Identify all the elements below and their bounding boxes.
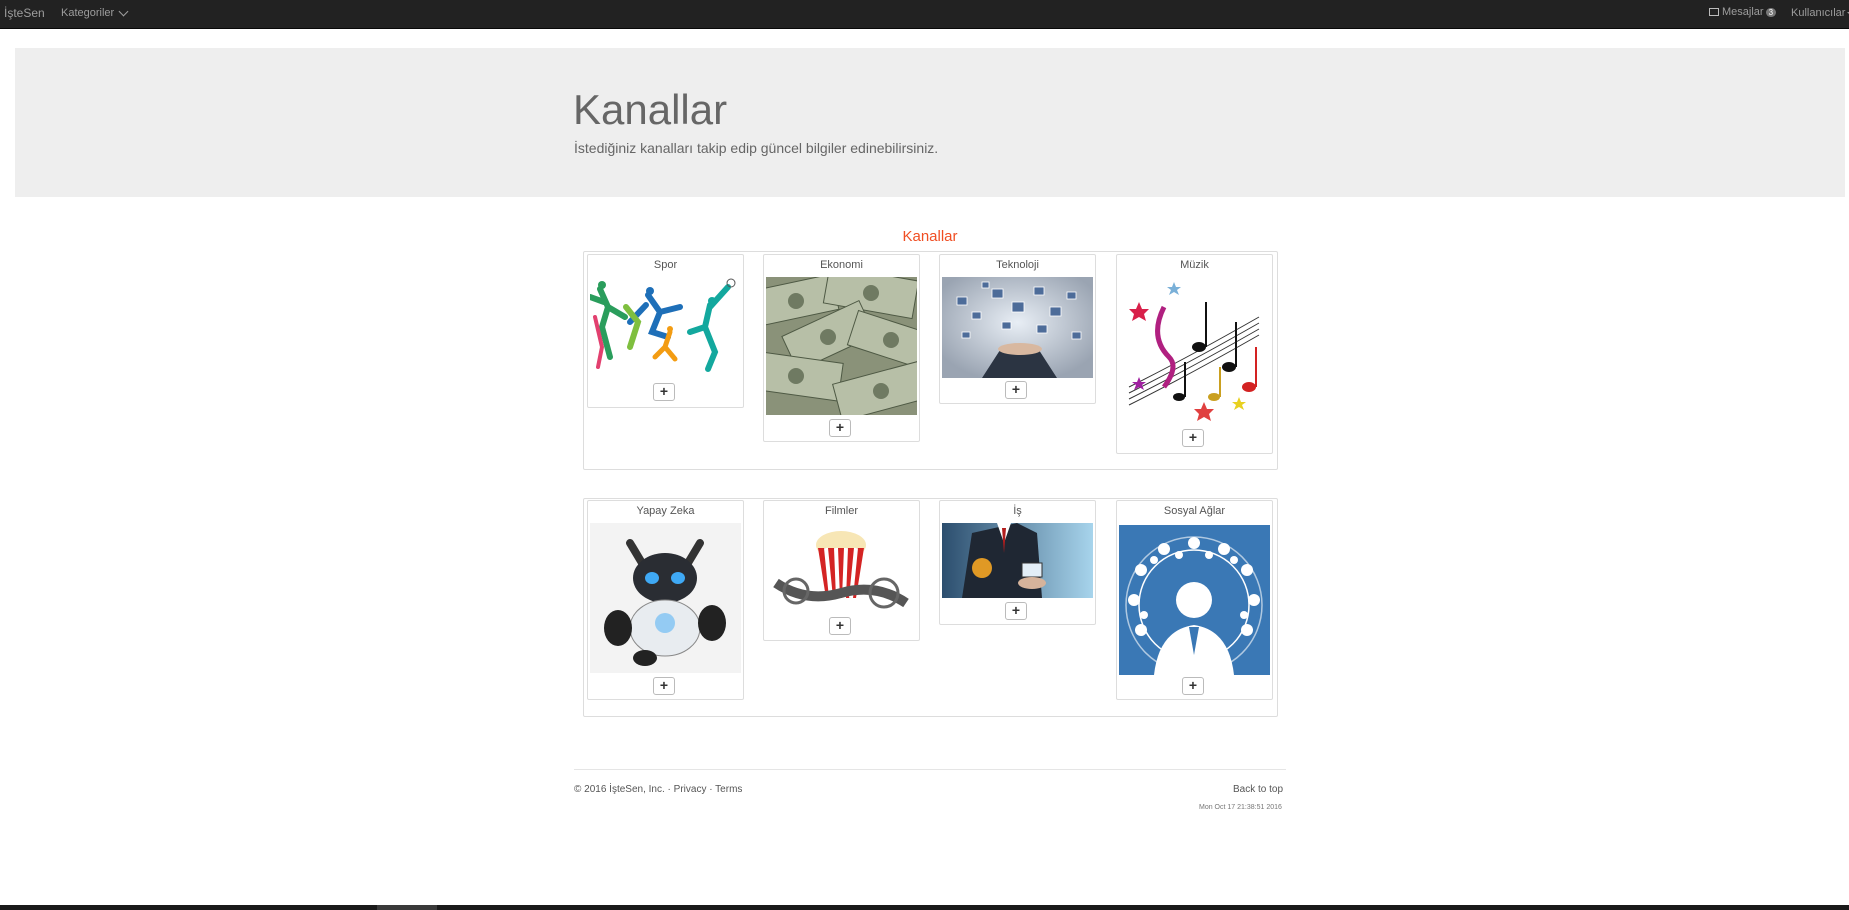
page-title: Kanallar [573, 86, 728, 133]
chevron-down-icon [118, 6, 129, 17]
add-channel-button[interactable]: + [829, 617, 851, 635]
categories-dropdown[interactable]: Kategoriler [61, 6, 129, 19]
envelope-icon [1709, 8, 1719, 16]
messages-count-badge: 3 [1765, 7, 1777, 17]
channel-card-teknoloji: Teknoloji + [939, 254, 1096, 404]
terms-link[interactable]: Terms [715, 784, 742, 795]
teknoloji-image [942, 277, 1093, 378]
users-dropdown[interactable]: Kullanıcılar [1791, 7, 1849, 19]
jumbotron: Kanallar İstediğiniz kanalları takip edi… [15, 48, 1845, 197]
channel-card-is: İş + [939, 500, 1096, 625]
channel-title: Spor [653, 259, 678, 271]
channel-card-ekonomi: Ekonomi + [763, 254, 920, 442]
messages-link[interactable]: Mesajlar 3 [1709, 6, 1777, 18]
brand-link[interactable]: İşteSen [4, 6, 45, 20]
footer-date: Mon Oct 17 21:38:51 2016 [1199, 804, 1282, 811]
users-label: Kullanıcılar [1791, 7, 1846, 19]
channel-title: Sosyal Ağlar [1163, 505, 1226, 517]
back-to-top-link[interactable]: Back to top [1233, 784, 1283, 795]
bottom-tab [377, 905, 437, 910]
add-channel-button[interactable]: + [1182, 429, 1204, 447]
categories-label: Kategoriler [61, 7, 115, 19]
channel-title: Filmler [825, 505, 858, 517]
footer-left: © 2016 İşteSen, Inc. · Privacy · Terms [574, 784, 742, 795]
footer-divider [574, 769, 1286, 770]
spor-image [590, 277, 741, 377]
channel-card-muzik: Müzik + [1116, 254, 1273, 454]
channel-card-spor: Spor + [587, 254, 744, 408]
footer-separator: · [706, 784, 716, 795]
channel-title: Yapay Zeka [636, 505, 695, 517]
add-channel-button[interactable]: + [653, 383, 675, 401]
channel-title: Müzik [1180, 259, 1209, 271]
sosyal-aglar-image [1119, 525, 1270, 675]
channel-title: Teknoloji [996, 259, 1039, 271]
section-title: Kanallar [902, 228, 958, 245]
bottom-bar [0, 905, 1849, 910]
add-channel-button[interactable]: + [1005, 381, 1027, 399]
footer-right: Back to top [1233, 784, 1283, 795]
add-channel-button[interactable]: + [1005, 602, 1027, 620]
ekonomi-image [766, 277, 917, 415]
page-subtitle: İstediğiniz kanalları takip edip güncel … [574, 140, 939, 156]
yapay-zeka-image [590, 523, 741, 673]
privacy-link[interactable]: Privacy [674, 784, 707, 795]
channel-card-filmler: Filmler + [763, 500, 920, 641]
channel-title: İş [1013, 505, 1022, 517]
muzik-image [1119, 277, 1270, 425]
add-channel-button[interactable]: + [1182, 677, 1204, 695]
copyright-text: © 2016 İşteSen, Inc. · [574, 784, 674, 795]
add-channel-button[interactable]: + [829, 419, 851, 437]
channel-card-sosyal-aglar: Sosyal Ağlar + [1116, 500, 1273, 700]
messages-label: Mesajlar [1722, 6, 1764, 18]
add-channel-button[interactable]: + [653, 677, 675, 695]
channel-card-yapay-zeka: Yapay Zeka + [587, 500, 744, 700]
filmler-image [766, 523, 917, 613]
channel-title: Ekonomi [820, 259, 863, 271]
is-image [942, 523, 1093, 598]
top-navbar: İşteSen Kategoriler Mesajlar 3 Kullanıcı… [0, 0, 1849, 29]
